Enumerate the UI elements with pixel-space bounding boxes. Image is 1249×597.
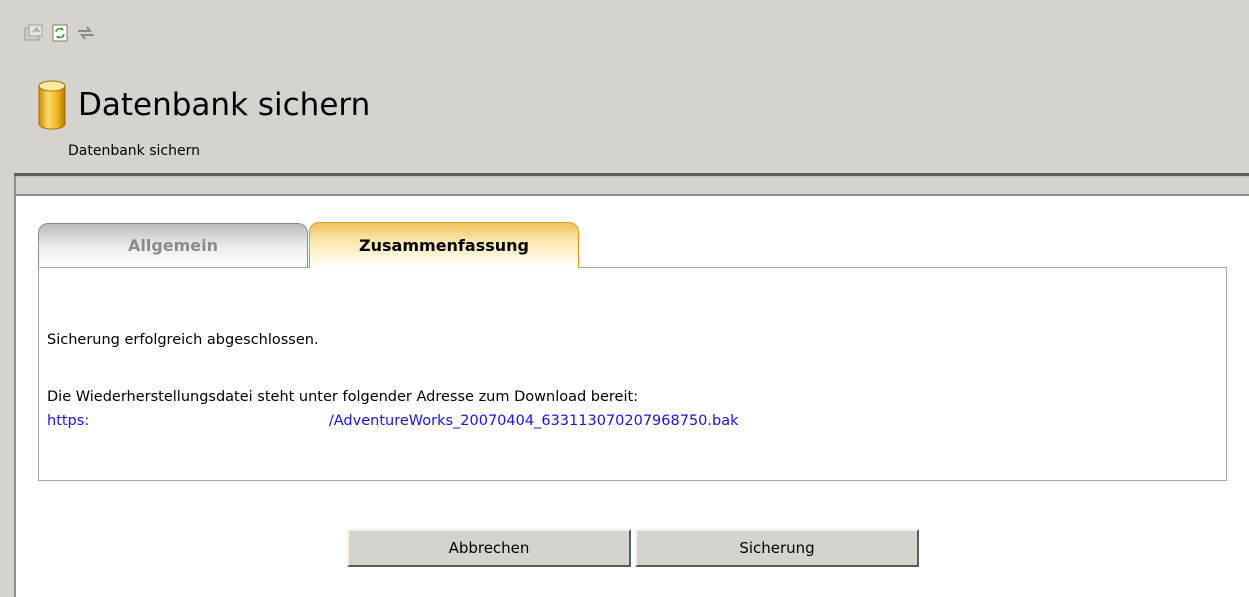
tab-label: Allgemein	[127, 236, 219, 255]
summary-panel	[38, 267, 1227, 481]
status-message: Sicherung erfolgreich abgeschlossen.	[47, 332, 319, 348]
download-info: Die Wiederherstellungsdatei steht unter …	[47, 389, 639, 405]
band-divider	[14, 194, 1249, 196]
tab-zusammenfassung[interactable]: Zusammenfassung	[309, 222, 579, 268]
properties-icon[interactable]	[24, 23, 44, 43]
cancel-button[interactable]: Abbrechen	[347, 529, 631, 567]
tab-allgemein[interactable]: Allgemein	[38, 223, 308, 267]
page-title: Datenbank sichern	[78, 87, 371, 123]
page-subtitle: Datenbank sichern	[68, 143, 200, 159]
tab-label: Zusammenfassung	[359, 236, 529, 255]
title-row: Datenbank sichern	[38, 80, 370, 130]
download-link[interactable]: https: /AdventureWorks_20070404_63311307…	[47, 413, 739, 429]
backup-button[interactable]: Sicherung	[635, 529, 919, 567]
database-icon	[38, 80, 66, 130]
toolbar	[24, 22, 96, 44]
refresh-icon[interactable]	[50, 23, 70, 43]
sync-icon[interactable]	[76, 23, 96, 43]
left-frame-divider	[14, 176, 16, 597]
left-frame	[0, 176, 14, 597]
